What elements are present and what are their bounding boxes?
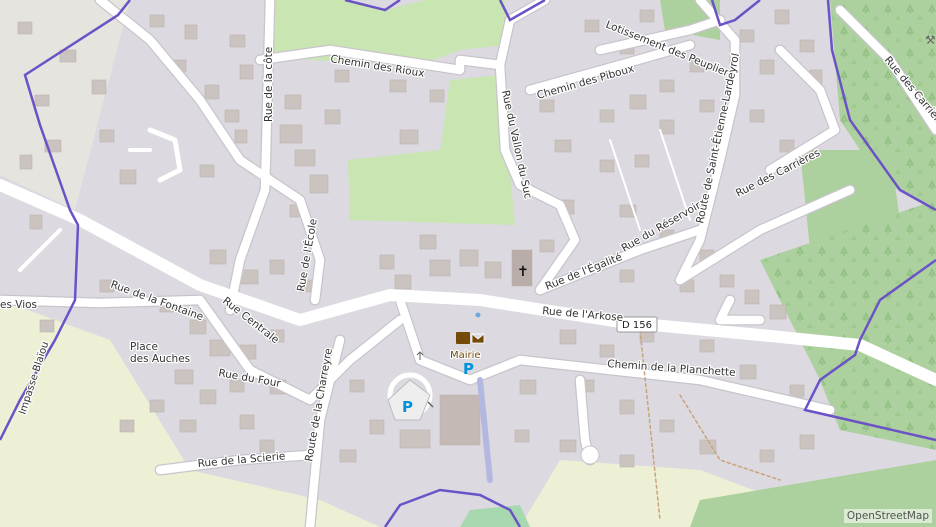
street-label-rue-de-la-scierie: Rue de la Scierie [197, 450, 286, 470]
forest-area [760, 200, 936, 450]
street-label-route-de-saint-etienne-lardeyrol: Route de Saint-Étienne-Lardeyrol [693, 52, 742, 225]
parking-icon: P [463, 360, 474, 378]
parking-marker[interactable]: P [463, 360, 474, 378]
townhall-marker[interactable]: Mairie [449, 332, 485, 362]
map-attribution[interactable]: OpenStreetMap [843, 509, 932, 523]
road-shield-d156[interactable]: D 156 [616, 316, 658, 333]
water-point-icon [475, 312, 481, 318]
parking-marker[interactable]: P [402, 398, 413, 416]
cross-icon: ✝ [517, 264, 529, 280]
place-label-place-des-auches: Place des Auches [129, 340, 192, 367]
map-canvas[interactable]: Mairie P P ✝ ⚒ D 156 Chemin des Rioux Ru… [0, 0, 936, 527]
place-label-line1: Place [130, 341, 158, 353]
street-label-rue-de-la-cote: Rue de la côte [263, 47, 275, 122]
church-marker[interactable]: ✝ [517, 264, 529, 280]
street-label-rue-des-vios: es Vios [0, 299, 37, 311]
road-shield-label: D 156 [622, 320, 652, 331]
map-svg[interactable]: Mairie P P ✝ ⚒ D 156 Chemin des Rioux Ru… [0, 0, 936, 527]
quarry-icon: ⚒ [925, 33, 936, 47]
parking-icon: P [402, 398, 413, 416]
place-label-line2: des Auches [130, 353, 190, 365]
